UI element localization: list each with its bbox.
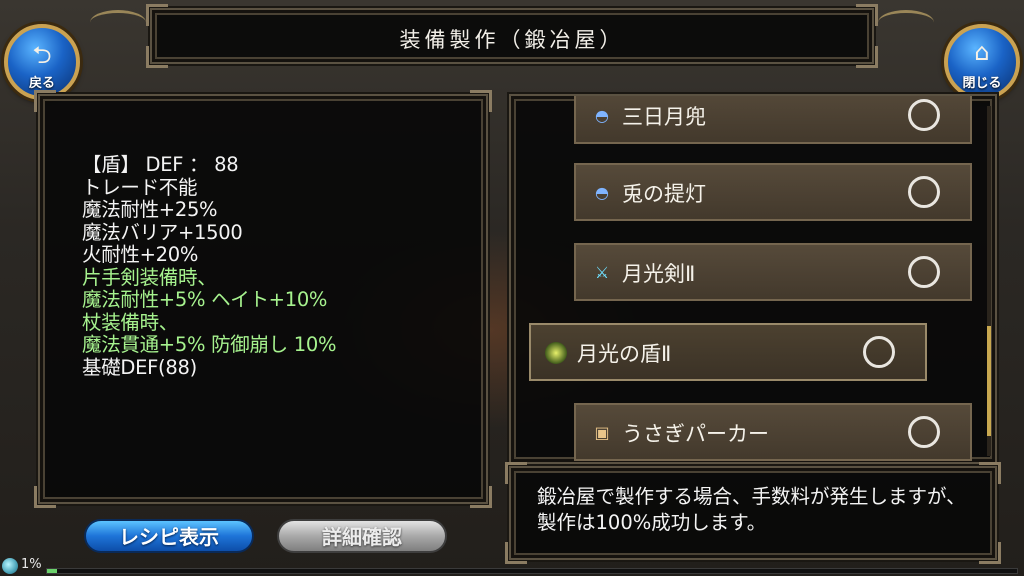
- stat-line: 魔法耐性+25%: [82, 198, 218, 221]
- frame-corner: [979, 542, 1001, 564]
- stat-line-bonus: 魔法貫通+5% 防御崩し 10%: [82, 333, 337, 356]
- stat-line: 火耐性+20%: [82, 243, 199, 266]
- stat-line: 基礎DEF(88): [82, 355, 197, 379]
- craft-item-list[interactable]: ◓ 三日月兜 ◓ 兎の提灯 ⚔ 月光剣Ⅱ 月光の盾Ⅱ ▣ うさぎパーカー: [509, 94, 997, 464]
- progress-percent: 1%: [21, 557, 42, 572]
- shield-icon: [545, 342, 567, 364]
- lantern-icon: ◓: [595, 183, 609, 202]
- stat-line-bonus: 杖装備時、: [82, 310, 179, 334]
- detail-check-button[interactable]: 詳細確認: [277, 519, 447, 553]
- list-item-moonlight-shield[interactable]: 月光の盾Ⅱ: [529, 323, 927, 381]
- select-radio[interactable]: [908, 416, 940, 448]
- select-radio[interactable]: [908, 99, 940, 131]
- list-item-rabbit-hoodie[interactable]: ▣ うさぎパーカー: [574, 403, 972, 461]
- helmet-icon: ◓: [595, 106, 609, 125]
- ornament-vine-right: [878, 10, 934, 35]
- hoodie-icon: ▣: [594, 423, 610, 442]
- stat-line: 魔法バリア+1500: [82, 220, 243, 244]
- frame-corner: [505, 462, 527, 484]
- stat-line: トレード不能: [82, 175, 198, 199]
- progress-bar: [46, 568, 1018, 574]
- close-button-label: 閉じる: [962, 76, 1002, 91]
- show-recipe-button[interactable]: レシピ表示: [84, 519, 254, 553]
- frame-corner: [470, 486, 492, 508]
- list-item-rabbit-lantern[interactable]: ◓ 兎の提灯: [574, 163, 972, 221]
- stat-line-bonus: 片手剣装備時、: [82, 265, 217, 289]
- frame-corner: [146, 4, 168, 26]
- home-icon: ⌂: [974, 38, 990, 66]
- item-name: うさぎパーカー: [622, 422, 769, 446]
- info-panel: 鍛冶屋で製作する場合、手数料が発生しますが、製作は100%成功します。: [505, 462, 1001, 564]
- select-radio[interactable]: [908, 176, 940, 208]
- back-button-label: 戻る: [28, 76, 55, 91]
- frame-corner: [505, 542, 527, 564]
- frame-corner: [470, 90, 492, 112]
- back-button[interactable]: ⮌ 戻る: [4, 24, 80, 100]
- scrollbar-thumb[interactable]: [987, 326, 991, 436]
- item-name: 月光剣Ⅱ: [622, 262, 696, 286]
- frame-corner: [34, 486, 56, 508]
- progress-orb-icon: [2, 558, 18, 574]
- item-name: 月光の盾Ⅱ: [577, 342, 672, 366]
- select-radio[interactable]: [908, 256, 940, 288]
- frame-corner: [979, 462, 1001, 484]
- list-item-moonlight-sword[interactable]: ⚔ 月光剣Ⅱ: [574, 243, 972, 301]
- close-button[interactable]: ⌂ 閉じる: [944, 24, 1020, 100]
- item-stats-panel: 【盾】 DEF ： 88 トレード不能 魔法耐性+25% 魔法バリア+1500 …: [34, 90, 492, 508]
- info-message: 鍛冶屋で製作する場合、手数料が発生しますが、製作は100%成功します。: [537, 485, 966, 534]
- stats-list: 【盾】 DEF ： 88 トレード不能 魔法耐性+25% 魔法バリア+1500 …: [82, 153, 337, 379]
- item-name: 三日月兜: [622, 105, 706, 129]
- sword-icon: ⚔: [594, 263, 610, 282]
- title-bar: 装備製作（鍛冶屋）: [146, 4, 878, 68]
- frame-corner: [856, 4, 878, 26]
- item-name: 兎の提灯: [622, 182, 706, 206]
- progress-bar-fill: [47, 569, 57, 573]
- list-item-crescent-helmet[interactable]: ◓ 三日月兜: [574, 96, 972, 144]
- ornament-vine-left: [90, 10, 146, 35]
- page-title: 装備製作（鍛冶屋）: [399, 28, 625, 52]
- select-radio[interactable]: [863, 336, 895, 368]
- stat-line-bonus: 魔法耐性+5% ヘイト+10%: [82, 288, 328, 311]
- frame-corner: [34, 90, 56, 112]
- stat-line: 【盾】 DEF ： 88: [82, 153, 239, 176]
